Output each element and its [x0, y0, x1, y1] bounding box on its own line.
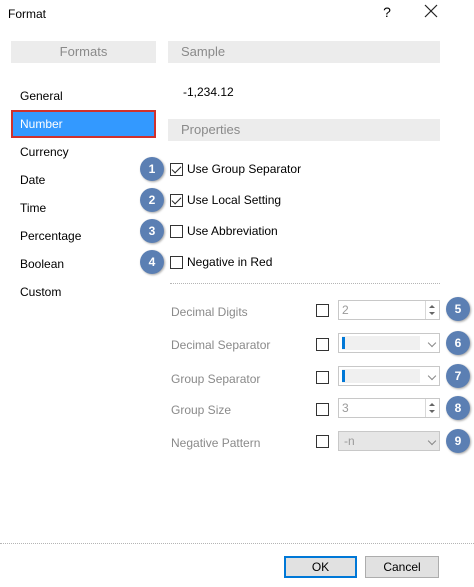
negative-in-red-option[interactable]: Negative in Red: [170, 254, 272, 270]
use-group-separator-label: Use Group Separator: [187, 162, 302, 176]
text-cursor: [342, 370, 345, 382]
formats-header: Formats: [11, 41, 156, 63]
decimal-separator-label: Decimal Separator: [171, 338, 271, 352]
footer-divider: [0, 543, 474, 544]
group-size-spinner[interactable]: 3: [338, 398, 440, 418]
title-bar: Format ?: [0, 0, 474, 30]
properties-divider: [170, 283, 440, 284]
format-item-currency[interactable]: Currency: [11, 138, 156, 166]
negative-in-red-label: Negative in Red: [187, 255, 273, 269]
callout-badge-1: 1: [140, 157, 164, 181]
properties-header: Properties: [168, 119, 440, 141]
chevron-down-icon[interactable]: [427, 436, 437, 446]
format-item-number[interactable]: Number: [11, 110, 156, 138]
decimal-separator-field[interactable]: [342, 336, 420, 350]
spin-up-icon[interactable]: [429, 305, 435, 308]
callout-badge-9: 9: [446, 429, 470, 453]
format-item-percentage[interactable]: Percentage: [11, 222, 156, 250]
decimal-digits-checkbox[interactable]: [316, 304, 329, 317]
use-group-separator-option[interactable]: Use Group Separator: [170, 161, 301, 177]
group-separator-checkbox[interactable]: [316, 371, 329, 384]
cancel-button[interactable]: Cancel: [365, 556, 439, 578]
spin-down-icon[interactable]: [429, 312, 435, 315]
negative-pattern-combo[interactable]: -n: [338, 431, 440, 451]
close-icon[interactable]: [422, 2, 440, 20]
use-local-setting-checkbox[interactable]: [170, 193, 183, 207]
use-abbreviation-option[interactable]: Use Abbreviation: [170, 223, 278, 239]
help-button[interactable]: ?: [380, 4, 394, 20]
use-local-setting-option[interactable]: Use Local Setting: [170, 192, 281, 208]
window-title: Format: [8, 7, 47, 21]
format-item-custom[interactable]: Custom: [11, 278, 156, 306]
decimal-separator-checkbox[interactable]: [316, 338, 329, 351]
callout-badge-6: 6: [446, 331, 470, 355]
use-local-setting-label: Use Local Setting: [187, 193, 282, 207]
decimal-digits-label: Decimal Digits: [171, 305, 248, 319]
format-item-general[interactable]: General: [11, 82, 156, 110]
negative-pattern-label: Negative Pattern: [171, 436, 261, 450]
group-size-label: Group Size: [171, 403, 232, 417]
callout-badge-7: 7: [446, 364, 470, 388]
chevron-down-icon[interactable]: [427, 371, 437, 381]
negative-pattern-value: -n: [344, 434, 355, 448]
decimal-separator-combo[interactable]: [338, 333, 440, 353]
chevron-down-icon[interactable]: [427, 338, 437, 348]
decimal-digits-spinner[interactable]: 2: [338, 300, 440, 320]
format-item-time[interactable]: Time: [11, 194, 156, 222]
negative-in-red-checkbox[interactable]: [170, 255, 183, 269]
use-group-separator-checkbox[interactable]: [170, 162, 183, 176]
format-item-boolean[interactable]: Boolean: [11, 250, 156, 278]
group-size-value: 3: [342, 401, 349, 415]
text-cursor: [342, 337, 345, 349]
callout-badge-3: 3: [140, 219, 164, 243]
sample-value: -1,234.12: [183, 85, 234, 99]
group-size-checkbox[interactable]: [316, 403, 329, 416]
group-separator-label: Group Separator: [171, 372, 261, 386]
group-separator-field[interactable]: [342, 369, 420, 383]
format-item-date[interactable]: Date: [11, 166, 156, 194]
ok-button[interactable]: OK: [284, 556, 357, 578]
decimal-digits-value: 2: [342, 303, 349, 317]
spin-up-icon[interactable]: [429, 403, 435, 406]
callout-badge-4: 4: [140, 250, 164, 274]
formats-list: General Number Currency Date Time Percen…: [11, 82, 156, 306]
decimal-digits-spin-buttons[interactable]: [425, 301, 439, 319]
spin-down-icon[interactable]: [429, 410, 435, 413]
callout-badge-5: 5: [446, 297, 470, 321]
group-size-spin-buttons[interactable]: [425, 399, 439, 417]
use-abbreviation-label: Use Abbreviation: [187, 224, 278, 238]
group-separator-combo[interactable]: [338, 366, 440, 386]
callout-badge-8: 8: [446, 396, 470, 420]
sample-header: Sample: [168, 41, 440, 63]
use-abbreviation-checkbox[interactable]: [170, 224, 183, 238]
negative-pattern-checkbox[interactable]: [316, 435, 329, 448]
callout-badge-2: 2: [140, 188, 164, 212]
